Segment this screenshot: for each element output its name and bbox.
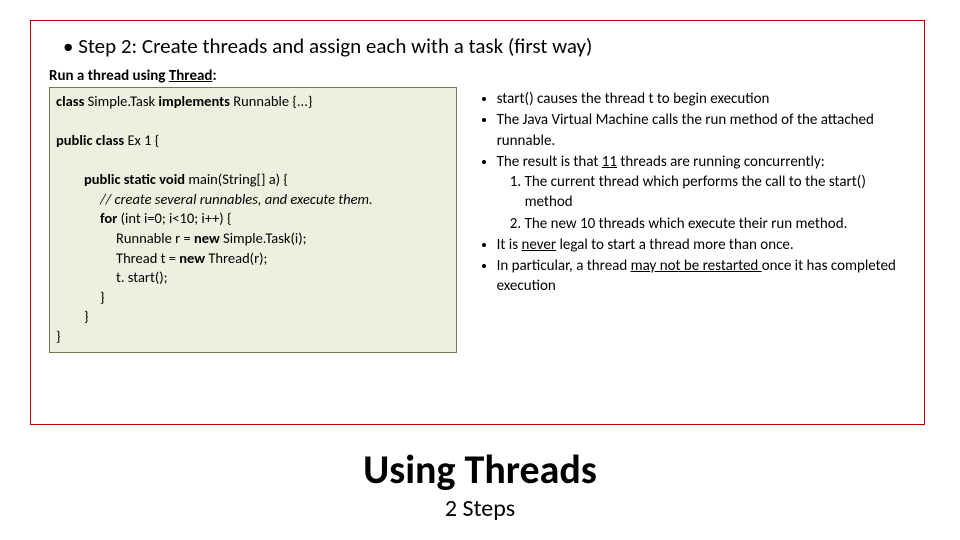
main-heading: Using Threads xyxy=(0,445,960,494)
two-columns: class Simple.Task implements Runnable {.… xyxy=(49,87,906,353)
bullet-3: The result is that 11 threads are runnin… xyxy=(497,152,906,234)
sub-heading: 2 Steps xyxy=(0,494,960,523)
bullet-list: start() causes the thread t to begin exe… xyxy=(479,89,906,297)
code-comment: // create several runnables, and execute… xyxy=(100,190,450,210)
num-1: The current thread which performs the ca… xyxy=(525,172,906,213)
code-block: class Simple.Task implements Runnable {.… xyxy=(49,87,457,353)
bullet-4: It is never legal to start a thread more… xyxy=(497,235,906,255)
ordered-list: The current thread which performs the ca… xyxy=(497,172,906,234)
right-column: start() causes the thread t to begin exe… xyxy=(475,87,906,353)
num-2: The new 10 threads which execute their r… xyxy=(525,214,906,234)
bullet-5: In particular, a thread may not be resta… xyxy=(497,256,906,297)
step-title: • Step 2: Create threads and assign each… xyxy=(63,33,906,59)
run-heading: Run a thread using Thread: xyxy=(49,67,906,85)
bullet-2: The Java Virtual Machine calls the run m… xyxy=(497,110,906,151)
step-text: Step 2: Create threads and assign each w… xyxy=(78,33,592,59)
content-frame: • Step 2: Create threads and assign each… xyxy=(30,20,925,425)
bullet-1: start() causes the thread t to begin exe… xyxy=(497,89,906,109)
left-column: class Simple.Task implements Runnable {.… xyxy=(49,87,457,353)
